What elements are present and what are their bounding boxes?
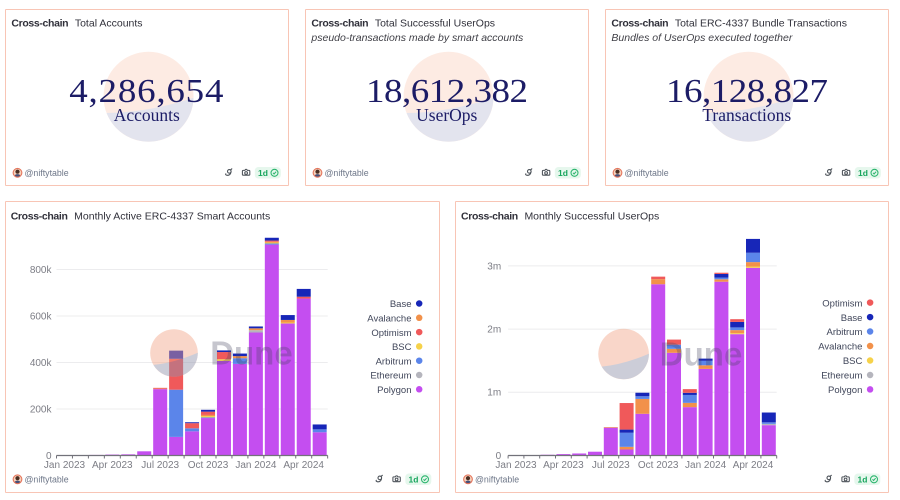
svg-text:1d: 1d: [858, 475, 868, 485]
svg-text:Optimism: Optimism: [822, 298, 862, 309]
svg-text:Dune: Dune: [660, 336, 743, 373]
svg-text:Ethereum: Ethereum: [821, 371, 862, 382]
svg-text:Polygon: Polygon: [377, 385, 411, 396]
svg-text:Jan 2023: Jan 2023: [44, 460, 86, 471]
svg-text:1d: 1d: [858, 168, 868, 178]
svg-text:Apr 2024: Apr 2024: [733, 460, 774, 471]
svg-text:Base: Base: [390, 299, 412, 310]
svg-text:pseudo-transactions made by sm: pseudo-transactions made by smart accoun…: [310, 32, 524, 44]
svg-text:UserOps: UserOps: [416, 105, 477, 125]
svg-text:1d: 1d: [558, 168, 568, 178]
svg-text:Avalanche: Avalanche: [818, 342, 862, 353]
svg-text:200k: 200k: [30, 404, 53, 415]
svg-text:Cross-chainMonthly Successful: Cross-chainMonthly Successful UserOps: [461, 211, 659, 223]
svg-text:@niftytable: @niftytable: [25, 168, 69, 178]
svg-text:Arbitrum: Arbitrum: [376, 356, 412, 367]
svg-text:@niftytable: @niftytable: [325, 168, 369, 178]
svg-text:Oct 2023: Oct 2023: [188, 460, 229, 471]
svg-text:BSC: BSC: [843, 356, 863, 367]
svg-text:@niftytable: @niftytable: [475, 475, 519, 485]
svg-text:Arbitrum: Arbitrum: [826, 327, 862, 338]
svg-text:Oct 2023: Oct 2023: [638, 460, 679, 471]
svg-text:Cross-chainTotal ERC-4337 Bund: Cross-chainTotal ERC-4337 Bundle Transac…: [611, 17, 847, 29]
svg-text:Jul 2023: Jul 2023: [141, 460, 179, 471]
svg-text:Jan 2024: Jan 2024: [685, 460, 727, 471]
svg-text:Apr 2023: Apr 2023: [543, 460, 584, 471]
svg-text:3m: 3m: [487, 261, 501, 272]
svg-text:Accounts: Accounts: [114, 105, 180, 125]
svg-text:Cross-chainMonthly Active ERC-: Cross-chainMonthly Active ERC-4337 Smart…: [11, 211, 271, 223]
svg-text:Cross-chainTotal Accounts: Cross-chainTotal Accounts: [11, 17, 142, 29]
svg-text:Bundles of UserOps executed to: Bundles of UserOps executed together: [611, 32, 792, 44]
svg-text:Base: Base: [841, 313, 863, 324]
svg-text:@niftytable: @niftytable: [625, 168, 669, 178]
svg-text:Optimism: Optimism: [371, 328, 411, 339]
svg-text:Jan 2024: Jan 2024: [235, 460, 277, 471]
svg-text:1m: 1m: [487, 388, 501, 399]
svg-text:Apr 2024: Apr 2024: [283, 460, 324, 471]
svg-text:1d: 1d: [258, 168, 268, 178]
svg-text:@niftytable: @niftytable: [25, 475, 69, 485]
svg-text:Jan 2023: Jan 2023: [495, 460, 537, 471]
svg-text:Transactions: Transactions: [702, 105, 791, 125]
svg-text:BSC: BSC: [392, 342, 412, 353]
svg-text:1d: 1d: [409, 475, 419, 485]
svg-text:Polygon: Polygon: [828, 385, 862, 396]
svg-text:Avalanche: Avalanche: [367, 314, 411, 325]
svg-text:2m: 2m: [487, 325, 501, 336]
svg-text:Apr 2023: Apr 2023: [92, 460, 133, 471]
svg-text:600k: 600k: [30, 311, 53, 322]
svg-text:Ethereum: Ethereum: [370, 371, 411, 382]
svg-text:Dune: Dune: [210, 335, 293, 372]
svg-text:Jul 2023: Jul 2023: [592, 460, 630, 471]
svg-text:400k: 400k: [30, 358, 53, 369]
svg-text:800k: 800k: [30, 265, 53, 276]
svg-text:Cross-chainTotal Successful Us: Cross-chainTotal Successful UserOps: [311, 17, 495, 29]
